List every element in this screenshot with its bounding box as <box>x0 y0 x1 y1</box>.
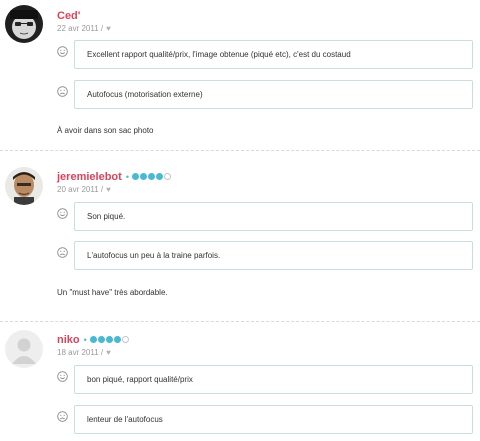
rating-dot-empty <box>121 336 129 343</box>
rating-dot-filled <box>97 336 105 343</box>
rating-dot-filled <box>155 173 163 180</box>
review-date: 18 avr 2011 / <box>57 348 104 357</box>
avatar[interactable] <box>5 5 43 43</box>
smiley-happy-icon <box>57 46 68 57</box>
rating-dot-filled <box>139 173 147 180</box>
pros-text: bon piqué, rapport qualité/prix <box>74 365 473 394</box>
review-item: niko • 18 avr 2011 / ♥ bon piqué, rappor… <box>0 321 480 440</box>
cons-text: L'autofocus un peu à la traine parfois. <box>74 241 473 270</box>
rating-stars <box>131 173 171 180</box>
smiley-sad-icon <box>57 411 68 422</box>
pros-text: Excellent rapport qualité/prix, l'image … <box>74 40 473 69</box>
avatar[interactable] <box>5 167 43 205</box>
avatar[interactable] <box>5 330 43 368</box>
author-name[interactable]: jeremielebot <box>57 171 122 183</box>
heart-icon[interactable]: ♥ <box>106 24 111 33</box>
rating-dot-filled <box>113 336 121 343</box>
review-item: jeremielebot • 20 avr 2011 / ♥ Son piqué… <box>0 150 480 321</box>
author-name[interactable]: niko <box>57 334 80 346</box>
rating-dot-filled <box>147 173 155 180</box>
heart-icon[interactable]: ♥ <box>106 185 111 194</box>
author-name[interactable]: Ced' <box>57 10 80 22</box>
review-meta: Ced' 22 avr 2011 / ♥ <box>57 8 111 34</box>
pros-text: Son piqué. <box>74 202 473 231</box>
review-date: 22 avr 2011 / <box>57 24 104 33</box>
review-item: Ced' 22 avr 2011 / ♥ Excellent rapport q… <box>0 0 480 150</box>
rating-dot-filled <box>89 336 97 343</box>
separator-dot: • <box>125 171 129 182</box>
smiley-happy-icon <box>57 208 68 219</box>
review-meta: jeremielebot • 20 avr 2011 / ♥ <box>57 169 171 195</box>
separator-dot: • <box>83 334 87 345</box>
review-summary: Un "must have" très abordable. <box>57 288 168 297</box>
review-date: 20 avr 2011 / <box>57 185 104 194</box>
smiley-happy-icon <box>57 371 68 382</box>
review-meta: niko • 18 avr 2011 / ♥ <box>57 332 129 358</box>
rating-dot-filled <box>105 336 113 343</box>
heart-icon[interactable]: ♥ <box>106 348 111 357</box>
rating-dot-filled <box>131 173 139 180</box>
rating-stars <box>89 336 129 343</box>
cons-text: lenteur de l'autofocus <box>74 405 473 434</box>
smiley-sad-icon <box>57 86 68 97</box>
smiley-sad-icon <box>57 247 68 258</box>
rating-dot-empty <box>163 173 171 180</box>
cons-text: Autofocus (motorisation externe) <box>74 80 473 109</box>
review-summary: À avoir dans son sac photo <box>57 126 154 135</box>
